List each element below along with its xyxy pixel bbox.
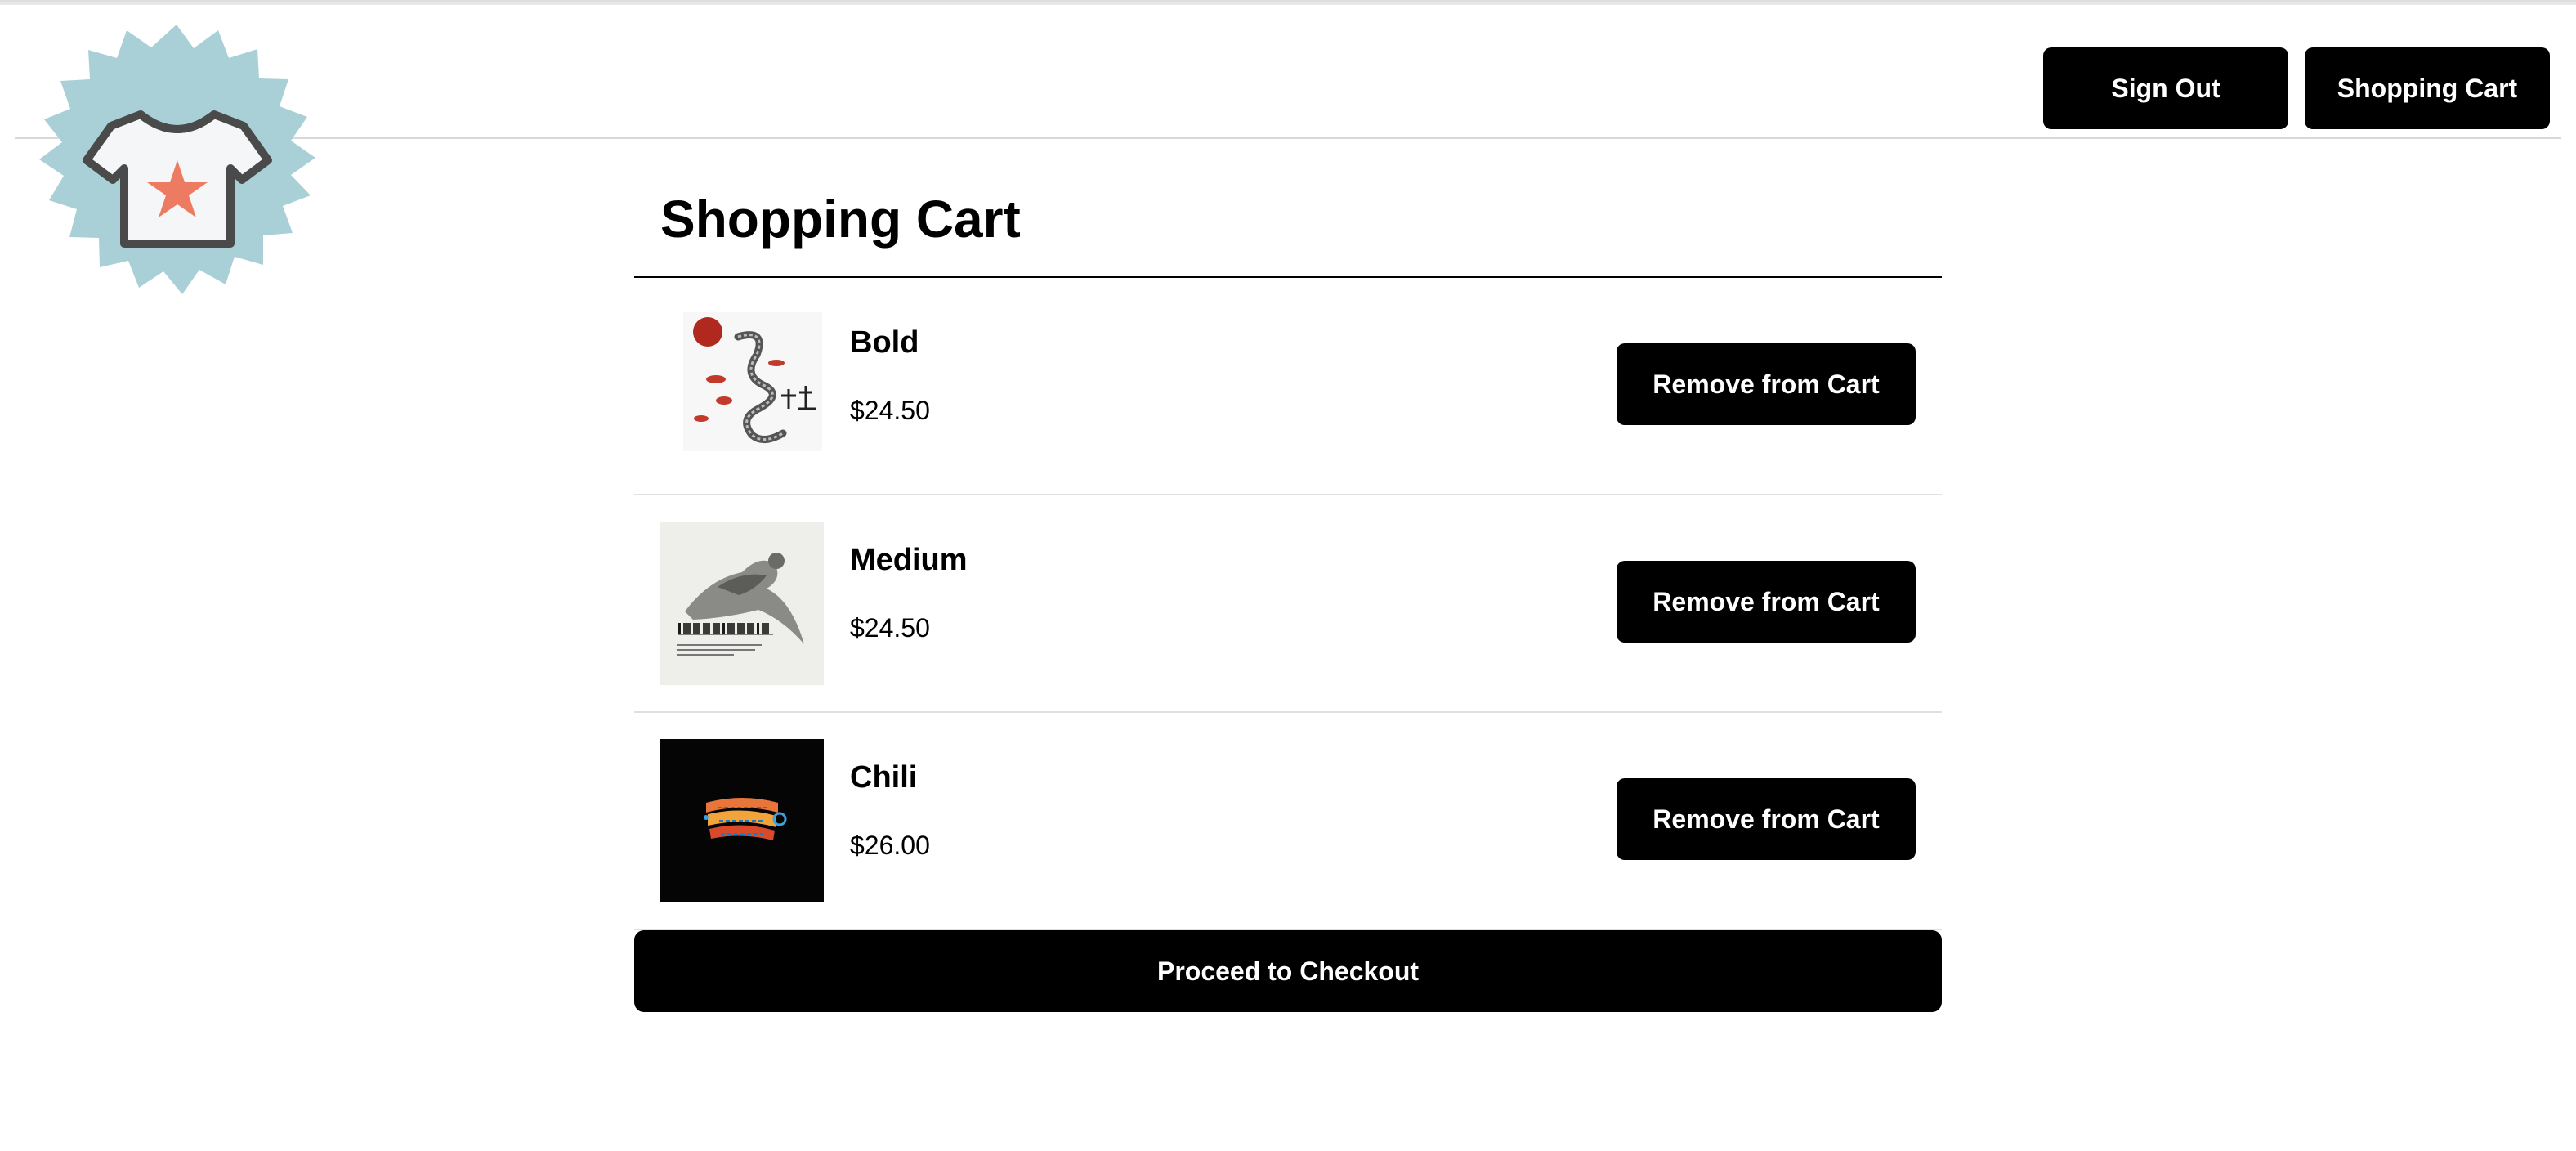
remove-from-cart-button[interactable]: Remove from Cart bbox=[1617, 343, 1916, 425]
proceed-to-checkout-button[interactable]: Proceed to Checkout bbox=[634, 930, 1942, 1012]
inspiration-print-tshirt-image bbox=[660, 522, 824, 685]
dragon-print-tshirt-image bbox=[660, 304, 824, 468]
item-name: Bold bbox=[850, 325, 919, 360]
cart-item: Medium $24.50 Remove from Cart bbox=[634, 495, 1942, 713]
cart-item: Bold $24.50 Remove from Cart bbox=[634, 278, 1942, 495]
remove-from-cart-button[interactable]: Remove from Cart bbox=[1617, 561, 1916, 643]
site-header: Sign Out Shopping Cart bbox=[15, 5, 2561, 139]
item-price: $24.50 bbox=[850, 396, 930, 425]
item-price: $24.50 bbox=[850, 613, 930, 643]
chili-print-tshirt-image bbox=[660, 739, 824, 902]
shopping-cart-button[interactable]: Shopping Cart bbox=[2305, 47, 2550, 129]
cart-section: Shopping Cart Bold $24.50 Remove from Ca… bbox=[634, 139, 1942, 1012]
item-name: Chili bbox=[850, 760, 918, 795]
cart-item: Chili $26.00 Remove from Cart bbox=[634, 713, 1942, 930]
page-title: Shopping Cart bbox=[634, 139, 1942, 278]
tshirt-star-badge-icon[interactable] bbox=[16, 21, 337, 342]
remove-from-cart-button[interactable]: Remove from Cart bbox=[1617, 778, 1916, 860]
item-price: $26.00 bbox=[850, 831, 930, 860]
sign-out-button[interactable]: Sign Out bbox=[2043, 47, 2288, 129]
item-name: Medium bbox=[850, 543, 968, 577]
